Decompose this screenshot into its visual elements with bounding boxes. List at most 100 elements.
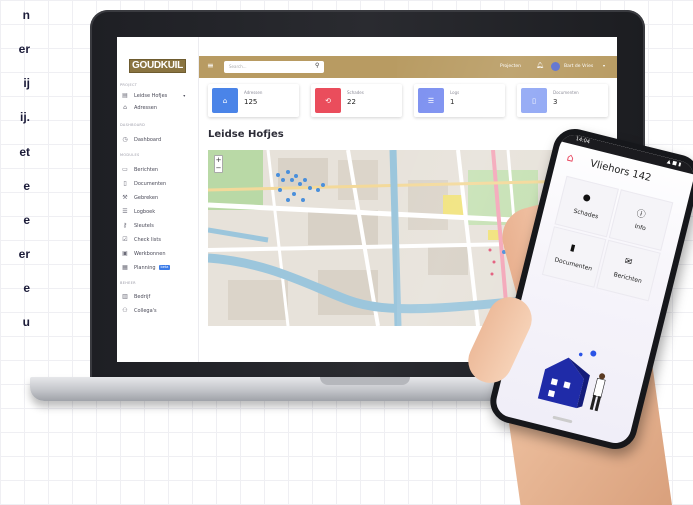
status-icons: ▲ ■ ▮ (666, 158, 682, 169)
illustration-shape (590, 350, 597, 357)
left-line: ij. (19, 110, 30, 124)
sidebar-item-label: Werkbonnen (134, 250, 166, 257)
card-label: Logs (450, 90, 460, 95)
sidebar-item-logboek[interactable]: ☰ Logboek (121, 207, 197, 216)
stat-card-logs[interactable]: ☰ Logs 1 (414, 84, 505, 117)
left-line: ij (23, 76, 30, 90)
stat-card-schades[interactable]: ⟲ Schades 22 (311, 84, 402, 117)
tile-label: Info (633, 222, 647, 233)
map-marker (286, 170, 290, 174)
sidebar-item-berichten[interactable]: ▭ Berichten (121, 165, 197, 174)
card-value: 125 (244, 98, 258, 106)
left-line: e (23, 179, 30, 193)
map-marker (292, 192, 296, 196)
sidebar-item-bedrijf[interactable]: ▥ Bedrijf (121, 292, 197, 301)
bell-icon[interactable]: 🔔︎ (536, 62, 544, 69)
map-marker (276, 173, 280, 177)
zoom-in-button[interactable]: + (215, 156, 222, 164)
avatar[interactable] (551, 62, 560, 71)
info-icon: ⓘ (635, 208, 647, 221)
search-icon[interactable]: ⚲ (315, 62, 319, 69)
map-marker (321, 183, 325, 187)
sidebar-section: PROJECT (120, 83, 138, 87)
left-line: u (22, 315, 30, 329)
map-marker (490, 272, 494, 276)
sidebar-item-label: Dashboard (134, 136, 162, 143)
projects-link[interactable]: Projecten (500, 64, 521, 69)
sidebar-item-leidse-hofjes[interactable]: ▤ Leidse Hofjes ▾ (121, 91, 197, 100)
map-block (408, 180, 448, 230)
map-marker (281, 178, 285, 182)
envelope-icon: ✉ (623, 256, 634, 269)
map-canal (389, 150, 402, 326)
clock-icon: ◷ (122, 136, 128, 143)
top-header: ≡ Search... ⚲ Projecten 🔔︎ Bart de Vries… (199, 56, 617, 78)
tile-documenten[interactable]: ▮ Documenten (541, 226, 607, 288)
map-marker (301, 198, 305, 202)
sidebar-item-label: Sleutels (134, 222, 154, 229)
tile-berichten[interactable]: ✉ Berichten (596, 239, 661, 302)
sidebar: GOUDKUIL PROJECT ▤ Leidse Hofjes ▾ ⌂ Adr… (117, 37, 199, 362)
left-line: e (23, 281, 30, 295)
left-line: er (18, 247, 30, 261)
sidebar-item-adressen[interactable]: ⌂ Adressen (121, 103, 197, 112)
tile-label: Schades (572, 207, 599, 221)
map-marker (278, 188, 282, 192)
beta-badge: beta (158, 265, 171, 270)
sidebar-item-label: Gebreken (134, 194, 159, 201)
sidebar-item-label: Leidse Hofjes (134, 92, 168, 99)
chevron-down-icon: ▾ (183, 93, 186, 98)
sidebar-item-label: Berichten (134, 166, 159, 173)
phone-tile-grid: ● Schades ⓘ Info ▮ Documenten ✉ Berichte… (541, 175, 674, 304)
map-pink-markers (488, 248, 496, 276)
sidebar-section: BEHEER (120, 281, 136, 285)
sidebar-item-sleutels[interactable]: ⚷ Sleutels (121, 221, 197, 230)
card-label: Schades (347, 90, 364, 95)
card-value: 22 (347, 98, 356, 106)
app-logo[interactable]: GOUDKUIL (129, 59, 186, 73)
map-block (228, 280, 288, 320)
zoom-out-button[interactable]: − (215, 164, 222, 172)
company-icon: ▥ (122, 293, 128, 300)
stat-card-adressen[interactable]: ⌂ Adressen 125 (208, 84, 299, 117)
calendar-icon: ▦ (122, 264, 128, 271)
map-block (278, 158, 328, 188)
menu-icon[interactable]: ≡ (207, 61, 214, 70)
card-value: 3 (553, 98, 558, 106)
sidebar-item-dashboard[interactable]: ◷ Dashboard (121, 135, 197, 144)
home-icon: ⌂ (212, 88, 238, 113)
list-icon: ☰ (122, 208, 128, 215)
map-marker (290, 178, 294, 182)
sidebar-item-check-lists[interactable]: ☑ Check lists (121, 235, 197, 244)
card-value: 1 (450, 98, 455, 106)
stat-card-documenten[interactable]: ▯ Documenten 3 (517, 84, 608, 117)
wrench-icon: ⚒ (122, 194, 128, 201)
user-name[interactable]: Bart de Vries (564, 64, 593, 69)
sidebar-item-werkbonnen[interactable]: ▣ Werkbonnen (121, 249, 197, 258)
sidebar-section: MODULES (120, 153, 140, 157)
map-canal (208, 227, 269, 243)
map-marker (308, 186, 312, 190)
log-icon: ☰ (418, 88, 444, 113)
sidebar-item-documenten[interactable]: ▯ Documenten (121, 179, 197, 188)
left-line: n (22, 8, 30, 22)
map-marker (286, 198, 290, 202)
chevron-down-icon[interactable]: ▾ (603, 63, 605, 68)
laptop-notch (320, 377, 410, 385)
map-marker (294, 174, 298, 178)
building-icon: ▤ (122, 92, 128, 99)
map-marker (488, 248, 492, 252)
sidebar-item-planning[interactable]: ▦ Planning beta (121, 263, 197, 272)
checklist-icon: ☑ (122, 236, 128, 243)
key-icon: ⚷ (122, 222, 128, 229)
sidebar-item-label: Logboek (134, 208, 156, 215)
sidebar-item-gebreken[interactable]: ⚒ Gebreken (121, 193, 197, 202)
map-marker (303, 178, 307, 182)
clipboard-icon: ▣ (122, 250, 128, 257)
sidebar-item-collegas[interactable]: ⚇ Collega's (121, 306, 197, 315)
people-icon: ⚇ (122, 307, 128, 314)
search-input[interactable]: Search... (224, 61, 324, 73)
card-label: Adressen (244, 90, 263, 95)
sidebar-section: DASHBOARD (120, 123, 146, 127)
illustration-shape (592, 377, 606, 399)
